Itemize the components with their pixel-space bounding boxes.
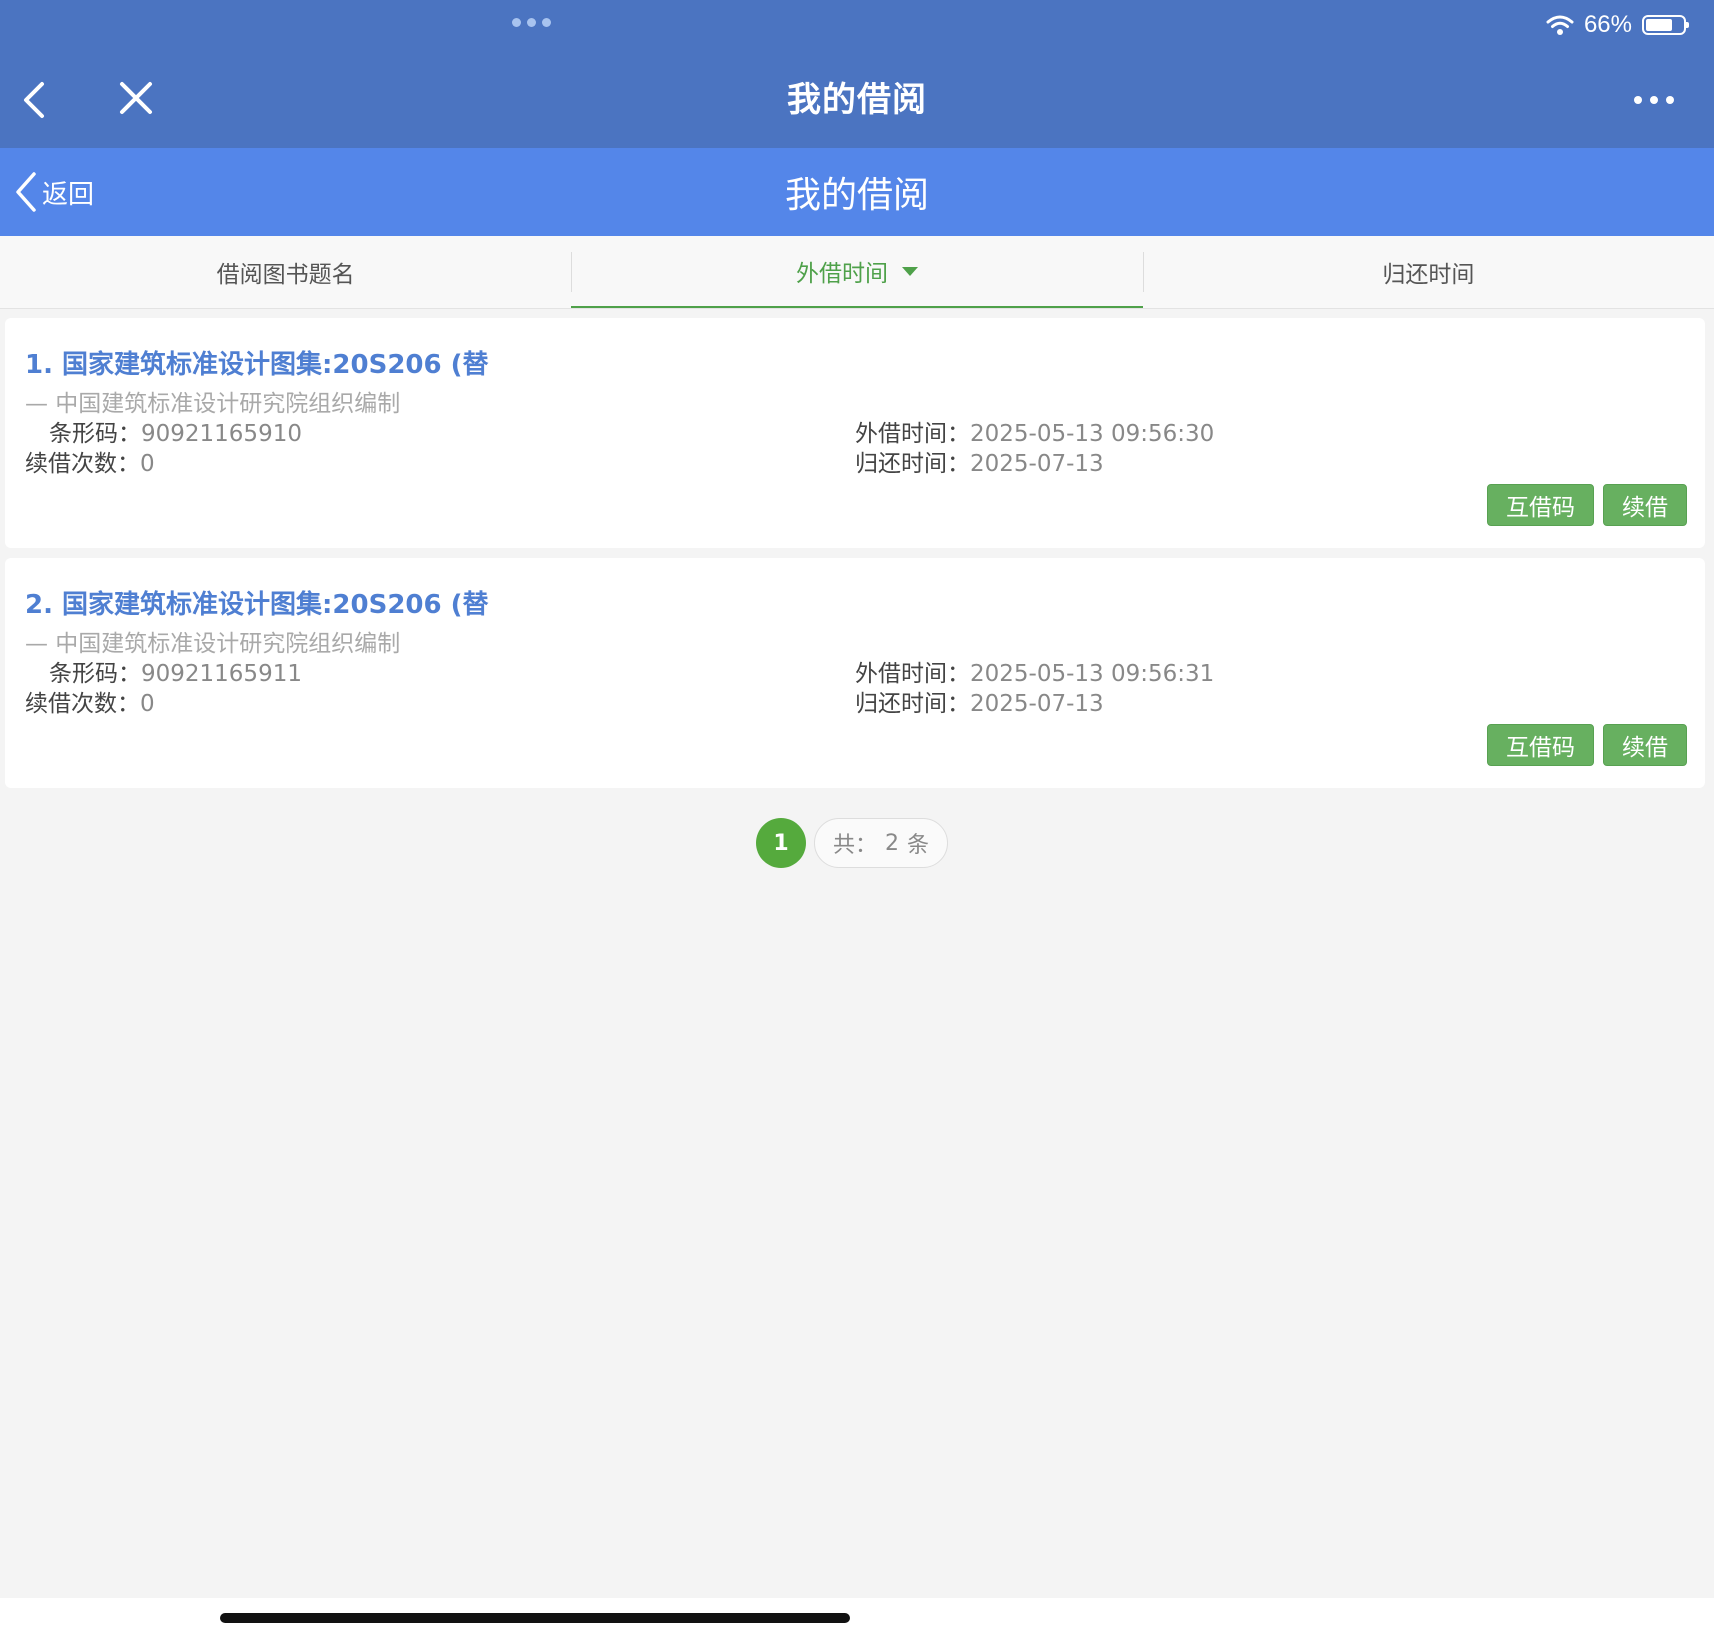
return-time-label: 归还时间： [855,451,970,477]
loan-time-field: 外借时间：2025-05-13 09:56:30 [855,414,1214,448]
renew-count-field: 续借次数：0 [25,684,155,718]
action-buttons: 互借码 续借 [1487,724,1687,766]
total-suffix: 条 [907,833,930,858]
total-prefix: 共： [833,833,878,858]
return-time-field: 归还时间：2025-07-13 [855,444,1104,478]
renew-count-field: 续借次数：0 [25,444,155,478]
renew-count-label: 续借次数： [25,691,140,717]
tab-sort-return-time[interactable]: 归还时间 [1142,236,1714,308]
return-time-field: 归还时间：2025-07-13 [855,684,1104,718]
status-indicators: 66% [1546,8,1689,42]
interlibrary-code-button[interactable]: 互借码 [1487,724,1594,766]
list-item: 1. 国家建筑标准设计图集:20S206 (替 — 中国建筑标准设计研究院组织编… [5,318,1705,548]
battery-percentage: 66% [1583,11,1632,38]
loan-list: 1. 国家建筑标准设计图集:20S206 (替 — 中国建筑标准设计研究院组织编… [5,318,1705,798]
caret-down-icon [901,266,918,276]
barcode-field: 条形码：90921165910 [49,414,302,448]
battery-icon [1642,15,1689,35]
book-author: — 中国建筑标准设计研究院组织编制 [25,391,401,417]
top-navigation-bar: 66% 我的借阅 [0,0,1714,148]
tab-label: 归还时间 [1382,262,1475,288]
book-title-link[interactable]: 2. 国家建筑标准设计图集:20S206 (替 [25,584,489,621]
return-time-value: 2025-07-13 [970,691,1104,717]
loan-time-field: 外借时间：2025-05-13 09:56:31 [855,654,1214,688]
renew-count-label: 续借次数： [25,451,140,477]
renew-count-value: 0 [140,451,155,477]
book-title-link[interactable]: 1. 国家建筑标准设计图集:20S206 (替 [25,344,489,381]
window-title: 我的借阅 [787,80,927,120]
sort-tabs: 借阅图书题名 外借时间 归还时间 [0,236,1714,309]
barcode-value: 90921165911 [141,661,302,687]
return-time-label: 归还时间： [855,691,970,717]
tab-label: 外借时间 [795,261,888,287]
wifi-icon [1546,15,1574,35]
list-item: 2. 国家建筑标准设计图集:20S206 (替 — 中国建筑标准设计研究院组织编… [5,558,1705,788]
tab-sort-title[interactable]: 借阅图书题名 [0,236,571,308]
total-count-badge: 共： 2 条 [814,818,949,868]
multitask-dots-icon[interactable] [512,18,551,27]
total-count: 2 [885,830,900,856]
renew-count-value: 0 [140,691,155,717]
barcode-value: 90921165910 [141,421,302,447]
app-header: 返回 我的借阅 [0,148,1714,236]
book-author: — 中国建筑标准设计研究院组织编制 [25,631,401,657]
action-buttons: 互借码 续借 [1487,484,1687,526]
barcode-field: 条形码：90921165911 [49,654,302,688]
renew-button[interactable]: 续借 [1603,484,1687,526]
return-time-value: 2025-07-13 [970,451,1104,477]
page-title: 我的借阅 [784,175,929,216]
tab-sort-loan-time[interactable]: 外借时间 [571,236,1143,308]
page-1-button[interactable]: 1 [756,818,806,868]
home-indicator[interactable] [220,1613,850,1623]
more-options-icon[interactable] [1634,96,1674,104]
renew-button[interactable]: 续借 [1603,724,1687,766]
tab-label: 借阅图书题名 [216,262,355,288]
pagination: 1 共： 2 条 [756,818,949,868]
interlibrary-code-button[interactable]: 互借码 [1487,484,1594,526]
